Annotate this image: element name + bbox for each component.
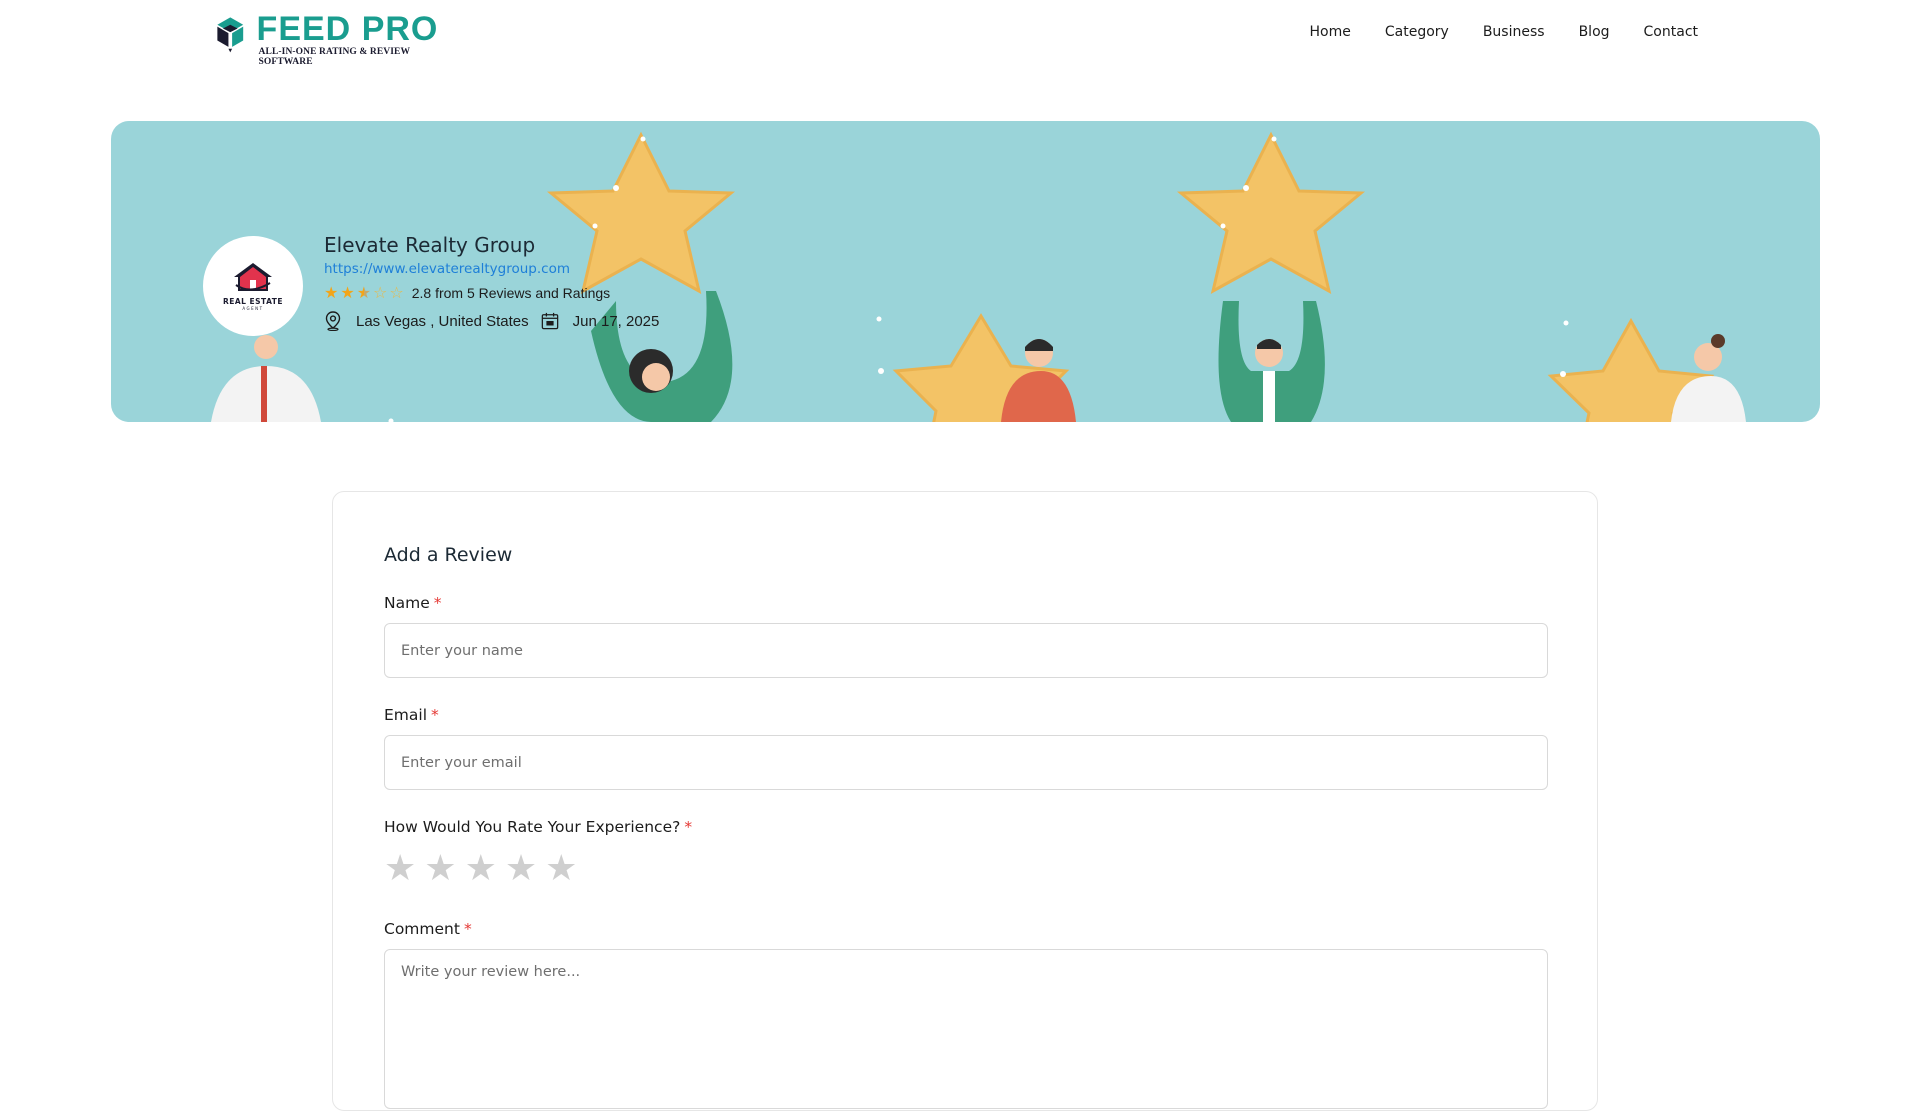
house-logo-icon [234,263,272,291]
required-mark: * [431,706,439,724]
star-full-icon: ★ [324,283,339,302]
logo-cube-icon [213,15,247,53]
rating-summary: 2.8 from 5 Reviews and Ratings [411,285,611,301]
business-date: Jun 17, 2025 [572,312,660,330]
site-logo[interactable]: FEED PRO ALL-IN-ONE RATING & REVIEW SOFT… [210,10,450,67]
banner-star-2 [1176,131,1366,294]
logo-subtitle: ALL-IN-ONE RATING & REVIEW SOFTWARE [258,47,410,67]
avatar-subtext: AGENT [242,306,264,311]
business-name: Elevate Realty Group [324,233,536,257]
rating-input: ★ ★ ★ ★ ★ [384,851,577,887]
rate-star-3-icon[interactable]: ★ [465,851,497,887]
star-half-icon: ★ [356,283,372,302]
map-pin-icon [325,311,341,331]
email-label: Email * [384,706,439,724]
rate-star-1-icon[interactable]: ★ [384,851,416,887]
rating-stars: ★ ★ ★ ☆ ☆ [324,285,404,301]
business-rating: ★ ★ ★ ☆ ☆ 2.8 from 5 Reviews and Ratings [324,285,659,302]
business-meta: Las Vegas , United States Jun 17, 2025 [324,311,659,331]
name-input[interactable] [384,623,1548,678]
email-input[interactable] [384,735,1548,790]
review-form-card: Add a Review Name* Email* How Would You … [332,491,1598,1111]
rating-label: How Would You Rate Your Experience? * [384,818,693,836]
business-location: Las Vegas , United States [356,312,529,330]
rate-star-5-icon[interactable]: ★ [545,851,577,887]
site-header: FEED PRO ALL-IN-ONE RATING & REVIEW SOFT… [0,0,1920,80]
business-info: Elevate Realty Group https://www.elevate… [324,233,659,331]
star-empty-icon: ☆ [373,283,388,302]
rate-star-2-icon[interactable]: ★ [424,851,456,887]
main-nav: Home Category Business Blog Contact [1310,24,1698,40]
comment-textarea[interactable] [384,949,1548,1109]
logo-title-pro: PRO [361,10,439,48]
avatar-text: REAL ESTATE [222,297,284,306]
nav-home[interactable]: Home [1310,24,1351,40]
business-avatar: REAL ESTATE AGENT [203,236,303,336]
logo-title-feed: FEED [256,10,352,48]
nav-contact[interactable]: Contact [1644,24,1698,40]
review-form-title: Add a Review [384,544,513,566]
required-mark: * [433,594,442,612]
calendar-icon [541,312,558,330]
nav-business[interactable]: Business [1483,24,1545,40]
name-label: Name * [384,594,442,612]
nav-blog[interactable]: Blog [1579,24,1610,40]
comment-label: Comment * [384,920,472,938]
business-banner: REAL ESTATE AGENT Elevate Realty Group h… [111,121,1820,422]
business-url-link[interactable]: https://www.elevaterealtygroup.com [324,261,659,277]
required-mark: * [684,818,693,836]
star-full-icon: ★ [340,283,355,302]
required-mark: * [463,920,472,938]
nav-category[interactable]: Category [1385,24,1449,40]
rate-star-4-icon[interactable]: ★ [505,851,537,887]
star-empty-icon: ☆ [389,283,404,302]
